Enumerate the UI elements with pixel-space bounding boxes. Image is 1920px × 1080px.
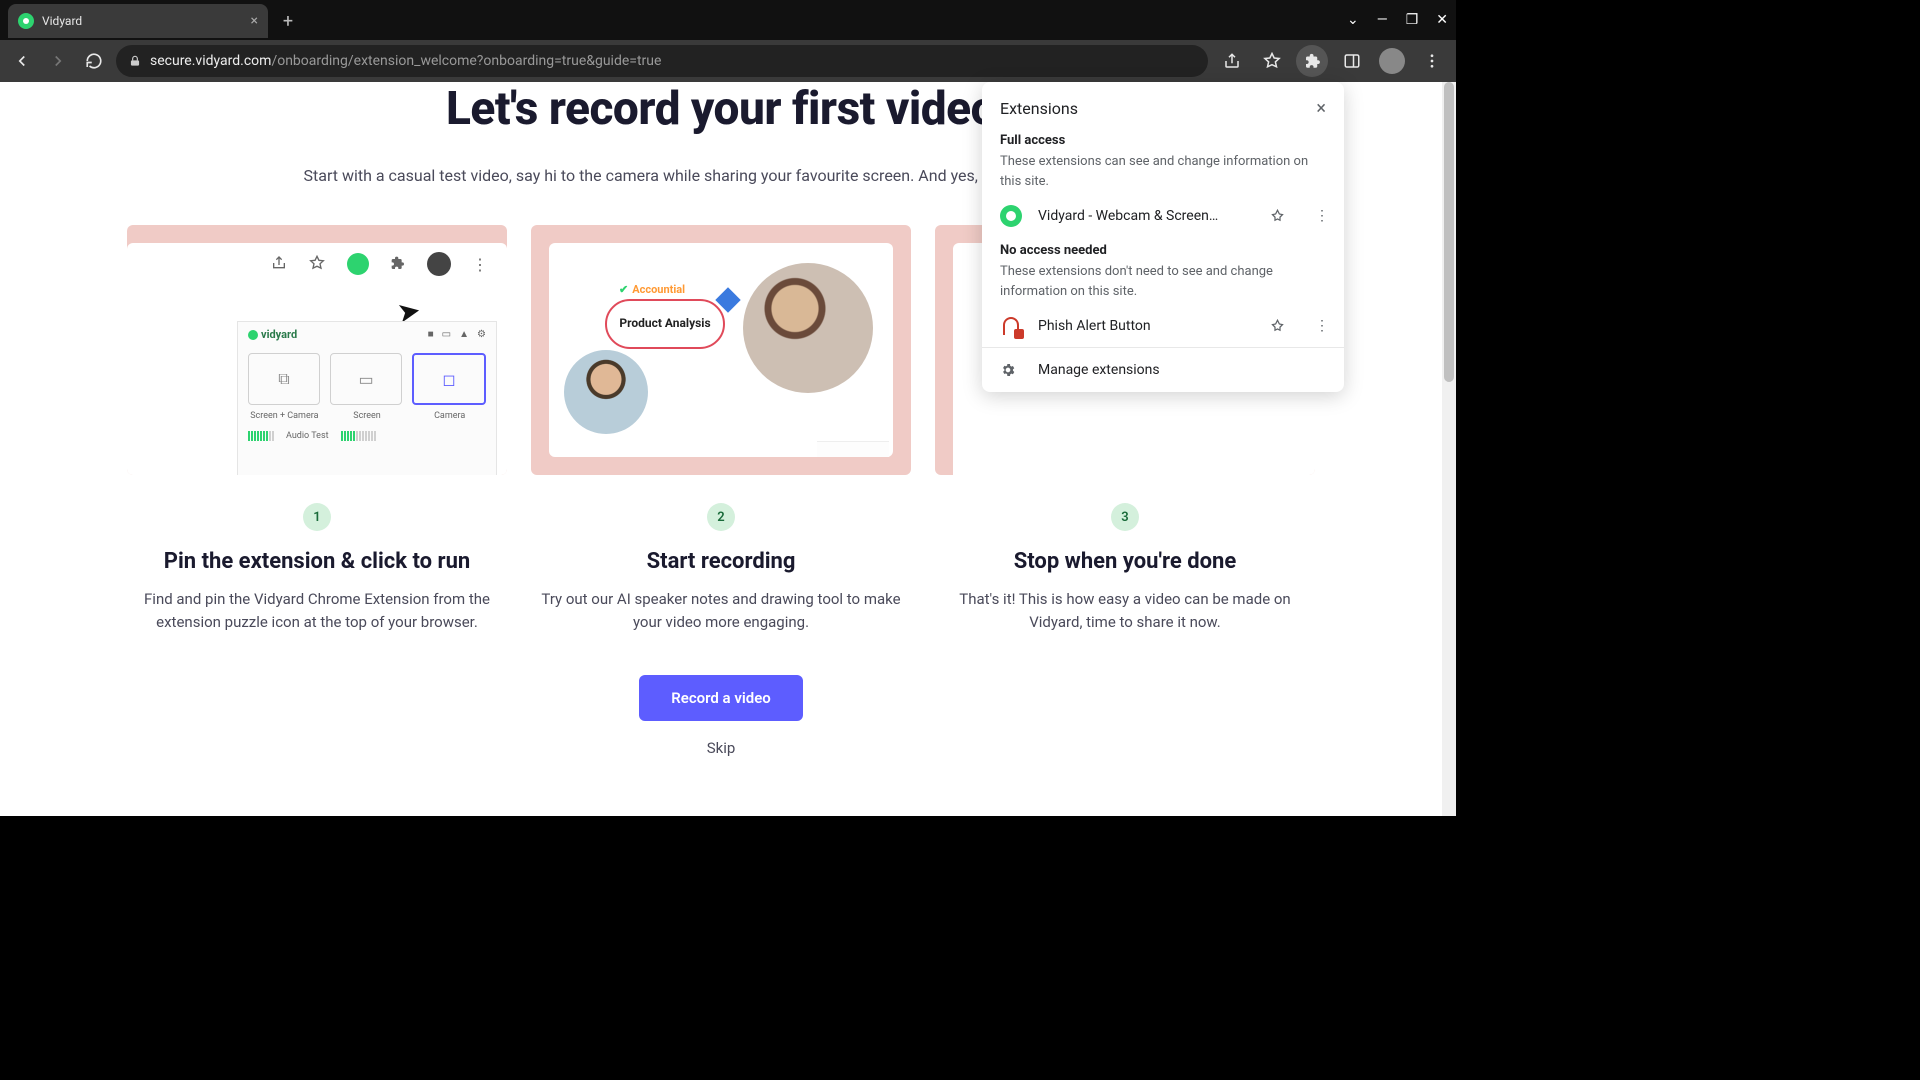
video-icon: ■ [428,329,434,340]
brand-label: Accountial [619,283,685,296]
step-number-badge: 2 [707,503,735,531]
forward-button[interactable] [44,47,72,75]
lock-icon [128,54,142,68]
skip-link[interactable]: Skip [40,739,1402,757]
tab-strip: Vidyard × + [8,4,302,38]
tab-favicon-icon [18,13,34,29]
step-title: Pin the extension & click to run [127,549,507,574]
audio-bars-icon [341,431,376,441]
window-close-button[interactable]: ✕ [1436,12,1448,28]
menu-dots-icon: ⋮ [471,255,489,273]
share-icon [271,255,289,273]
extensions-puzzle-icon[interactable] [1296,45,1328,77]
step-number-badge: 3 [1111,503,1139,531]
no-access-desc: These extensions don't need to see and c… [1000,262,1326,301]
browser-toolbar: secure.vidyard.com/onboarding/extension_… [0,40,1456,82]
gear-icon [1000,362,1022,378]
avatar-icon [427,252,451,276]
full-access-desc: These extensions can see and change info… [1000,152,1326,191]
chrome-menu-icon[interactable] [1416,45,1448,77]
step-illustration: ⋮ ➤ vidyard ■ ▭ ▲ ⚙ [127,225,507,475]
step-title: Start recording [531,549,911,574]
option-label: Camera [413,411,486,421]
meeting-photo [743,263,873,393]
step-description: That's it! This is how easy a video can … [935,588,1315,633]
phish-alert-icon [1000,315,1022,337]
extension-item-phish[interactable]: Phish Alert Button ⋮ [982,305,1344,347]
step-card: Accountial Product Analysis 2 Start reco… [531,225,911,633]
step-illustration: Accountial Product Analysis [531,225,911,475]
manage-extensions-button[interactable]: Manage extensions [982,347,1344,392]
full-access-heading: Full access [1000,133,1326,148]
recording-controls-icon [817,441,889,457]
camera-selfie [561,347,651,437]
close-icon[interactable]: × [1316,98,1326,119]
more-icon[interactable]: ⋮ [1310,208,1334,224]
step-description: Try out our AI speaker notes and drawing… [531,588,911,633]
profile-avatar[interactable] [1376,45,1408,77]
address-text: secure.vidyard.com/onboarding/extension_… [150,53,661,69]
no-access-heading: No access needed [1000,243,1326,258]
vidyard-logo: vidyard [248,328,297,341]
vertical-scrollbar[interactable]: ▲ [1442,82,1456,816]
option-label: Screen + Camera [248,411,321,421]
step-description: Find and pin the Vidyard Chrome Extensio… [127,588,507,633]
window-maximize-button[interactable]: ❐ [1406,12,1419,28]
puzzle-icon [389,255,407,273]
pin-icon[interactable] [1270,319,1294,334]
option-label: Screen [331,411,404,421]
option-screen: ▭ [330,353,402,405]
step-title: Stop when you're done [935,549,1315,574]
step-card: ⋮ ➤ vidyard ■ ▭ ▲ ⚙ [127,225,507,633]
extensions-popup: Extensions × Full access These extension… [982,82,1344,392]
record-video-button[interactable]: Record a video [639,675,803,721]
bell-icon: ▲ [459,329,469,340]
gear-icon: ⚙ [477,329,486,340]
scrollbar-thumb[interactable] [1444,82,1454,382]
more-icon[interactable]: ⋮ [1310,318,1334,334]
browser-tab[interactable]: Vidyard × [8,4,268,38]
vidyard-extension-icon [347,253,369,275]
audio-bars-icon [248,431,274,441]
share-icon[interactable] [1216,45,1248,77]
tab-close-icon[interactable]: × [251,13,258,29]
reload-button[interactable] [80,47,108,75]
extensions-popup-title: Extensions [1000,99,1078,118]
step-number-badge: 1 [303,503,331,531]
address-bar[interactable]: secure.vidyard.com/onboarding/extension_… [116,45,1208,77]
manage-extensions-label: Manage extensions [1038,362,1160,378]
tab-list-chevron-icon[interactable]: ⌄ [1347,12,1359,28]
option-camera: ◻ [412,353,486,405]
new-tab-button[interactable]: + [274,7,302,35]
pin-icon[interactable] [1270,209,1294,224]
extension-name: Vidyard - Webcam & Screen… [1038,208,1254,224]
window-minimize-button[interactable]: — [1377,12,1388,28]
option-screen-camera: ⧉ [248,353,320,405]
vidyard-icon [1000,205,1022,227]
bookmark-star-icon[interactable] [1256,45,1288,77]
annotation-bubble: Product Analysis [605,299,725,349]
vidyard-panel: vidyard ■ ▭ ▲ ⚙ ⧉ ▭ [237,321,497,475]
back-button[interactable] [8,47,36,75]
audio-test-label: Audio Test [286,431,329,441]
sidepanel-icon[interactable] [1336,45,1368,77]
library-icon: ▭ [442,329,451,340]
tab-title: Vidyard [42,14,243,28]
cta-row: Record a video [40,675,1402,721]
extension-name: Phish Alert Button [1038,318,1254,334]
star-icon [309,255,327,273]
extension-item-vidyard[interactable]: Vidyard - Webcam & Screen… ⋮ [982,195,1344,237]
